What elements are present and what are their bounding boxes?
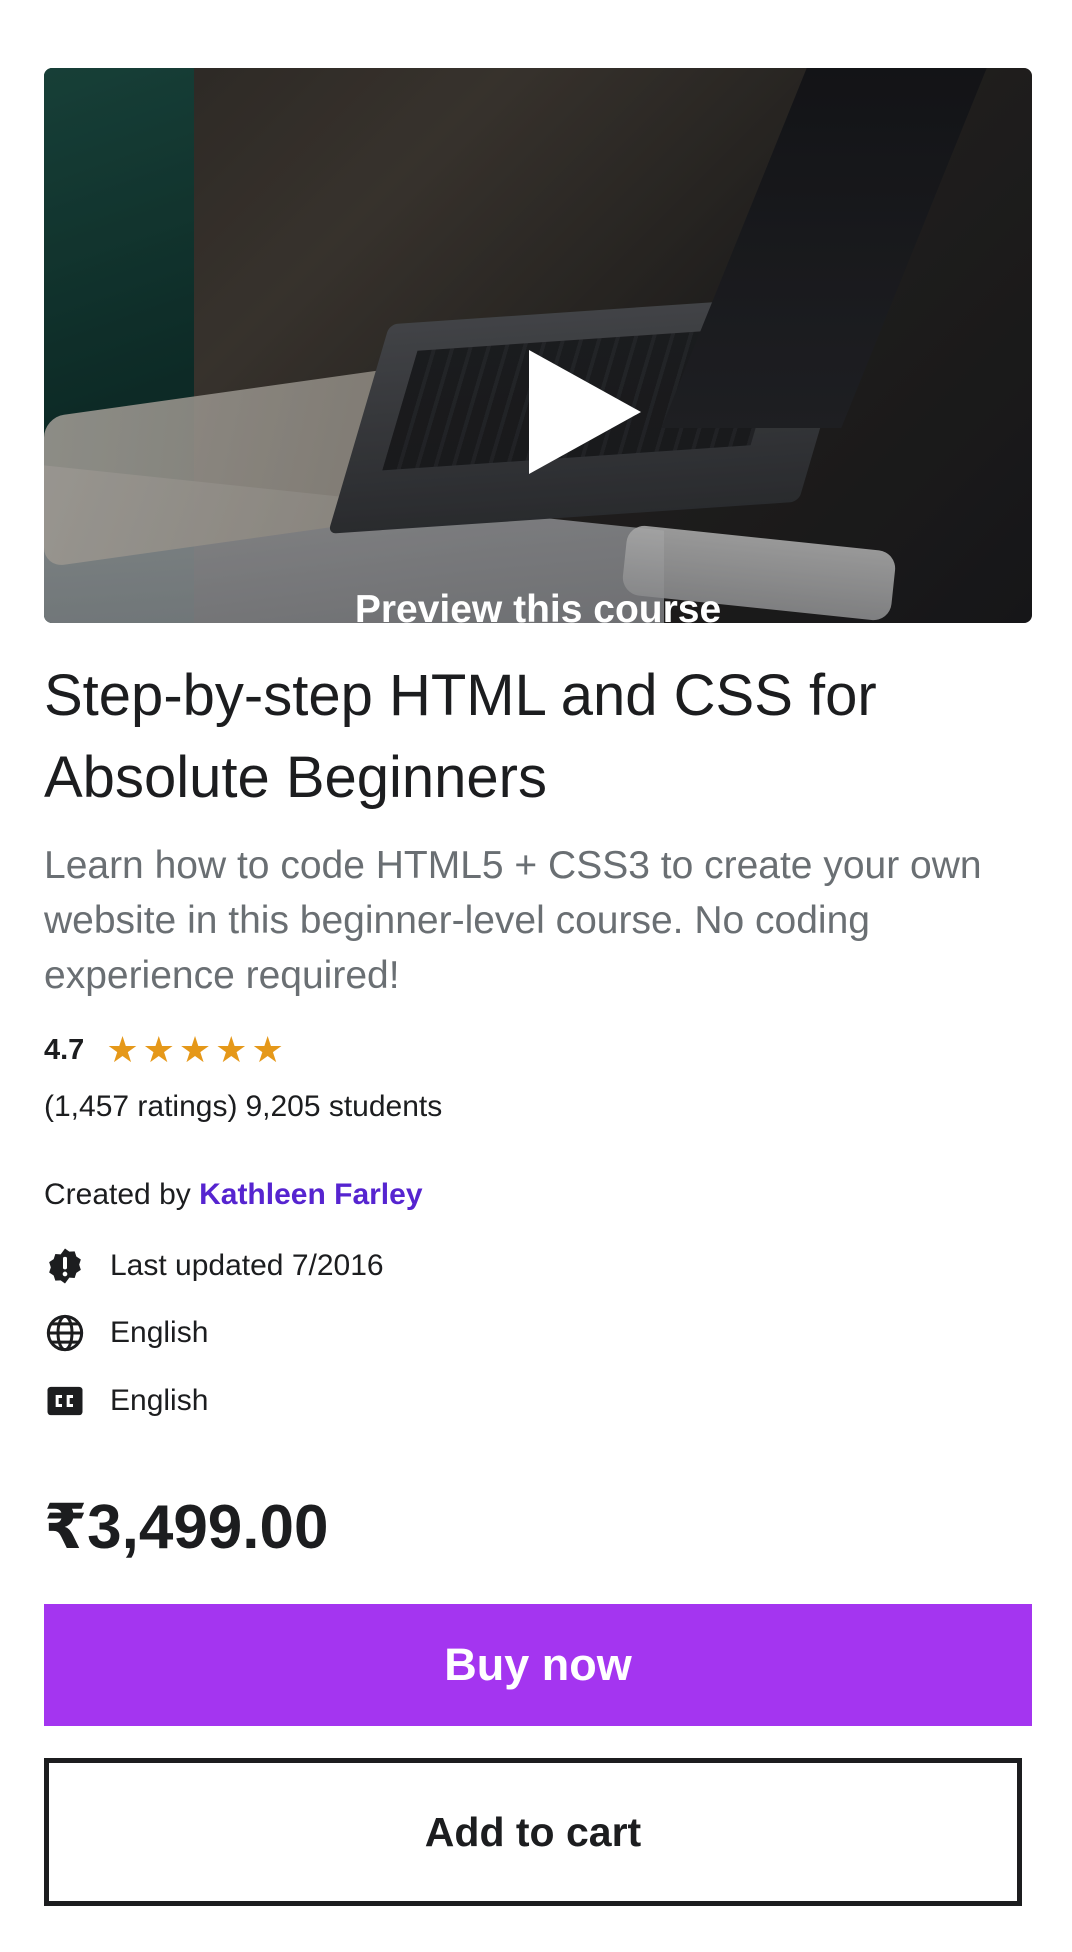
language-text: English: [110, 1316, 209, 1349]
star-icon: ★: [251, 1029, 284, 1070]
closed-captions-icon: [44, 1380, 86, 1422]
last-updated-row: Last updated 7/2016: [44, 1244, 384, 1288]
captions-text: English: [110, 1384, 209, 1417]
preview-overlay: [44, 68, 1032, 623]
preview-label: Preview this course: [354, 588, 722, 623]
star-icon: ★: [106, 1029, 139, 1070]
course-title: Step-by-step HTML and CSS for Absolute B…: [44, 663, 877, 810]
created-by-label: Created by: [44, 1178, 191, 1211]
language-row: English: [44, 1311, 208, 1355]
globe-icon: [44, 1312, 86, 1354]
ratings-count: (1,457 ratings): [44, 1090, 238, 1123]
rating-counts: (1,457 ratings) 9,205 students: [44, 1090, 450, 1124]
instructor-link[interactable]: Kathleen Farley: [199, 1178, 422, 1211]
creator-line: Created by Kathleen Farley: [44, 1178, 423, 1212]
play-icon[interactable]: [529, 350, 641, 474]
alert-badge-icon: [44, 1245, 86, 1287]
course-price: ₹3,499.00: [44, 1493, 329, 1562]
course-preview-video[interactable]: Preview this course: [44, 68, 1032, 623]
star-icon: ★: [142, 1029, 175, 1070]
buy-now-button[interactable]: Buy now: [44, 1604, 1032, 1726]
last-updated-text: Last updated 7/2016: [110, 1249, 384, 1282]
add-to-cart-button[interactable]: Add to cart: [44, 1758, 1022, 1906]
rating-value: 4.7: [44, 1033, 85, 1066]
rating-row: 4.7 ★ ★ ★ ★ ★: [44, 1030, 288, 1070]
captions-row: English: [44, 1379, 208, 1423]
star-icon: ★: [178, 1029, 212, 1070]
star-icon: ★: [215, 1029, 248, 1070]
course-subtitle: Learn how to code HTML5 + CSS3 to create…: [44, 844, 982, 997]
students-count: 9,205 students: [245, 1090, 443, 1123]
